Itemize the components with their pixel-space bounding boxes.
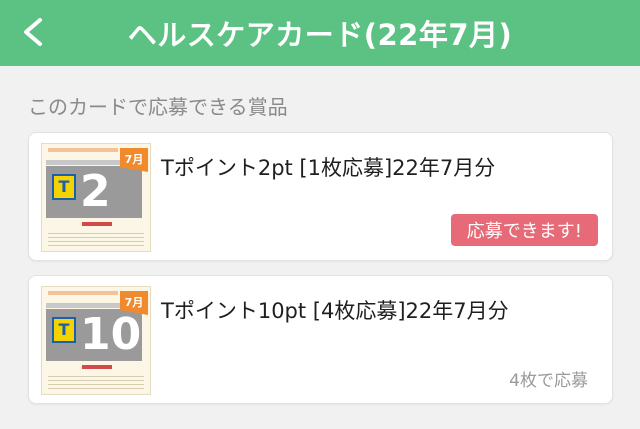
- thumbnail-notice-bar: [82, 365, 112, 369]
- tpoint-logo-icon: T: [52, 174, 76, 200]
- page-title: ヘルスケアカード(22年7月): [127, 18, 513, 52]
- thumbnail-notice-bar: [82, 222, 112, 226]
- prize-title: Tポイント2pt [1枚応募]22年7月分: [161, 156, 496, 180]
- thumbnail-strip: [46, 160, 120, 165]
- thumbnail-strip: [46, 303, 120, 308]
- back-button[interactable]: [14, 12, 54, 52]
- thumbnail-header-bar: [48, 291, 118, 295]
- prize-thumbnail: 7月 T 10: [41, 286, 151, 395]
- chevron-left-icon: [24, 18, 42, 46]
- prize-title: Tポイント10pt [4枚応募]22年7月分: [161, 299, 509, 323]
- prize-thumbnail: 7月 T 2: [41, 143, 151, 252]
- thumbnail-fine-print: [48, 373, 144, 389]
- status-text: 4枚で応募: [509, 371, 588, 391]
- status-badge: 応募できます!: [450, 214, 598, 246]
- prize-card[interactable]: 7月 T 2 Tポイント2pt [1枚応募]22年7月分 応募できます!: [28, 132, 613, 261]
- thumbnail-header-bar: [48, 148, 118, 152]
- thumbnail-points-number: 2: [80, 166, 111, 217]
- thumbnail-fine-print: [48, 230, 144, 246]
- tpoint-logo-icon: T: [52, 317, 76, 343]
- prize-card[interactable]: 7月 T 10 Tポイント10pt [4枚応募]22年7月分 4枚で応募: [28, 275, 613, 404]
- thumbnail-points-number: 10: [80, 309, 142, 360]
- section-label: このカードで応募できる賞品: [28, 95, 288, 119]
- app-header: ヘルスケアカード(22年7月): [0, 0, 640, 66]
